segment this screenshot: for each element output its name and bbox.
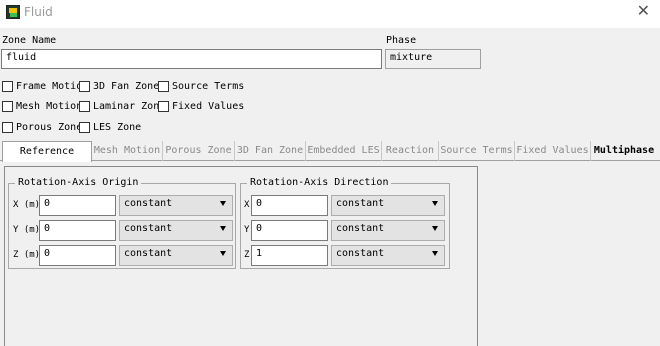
tab-fixed-values[interactable]: Fixed Values — [515, 141, 591, 161]
direction-z-label: Z — [244, 250, 250, 260]
checkbox-label: 3D Fan Zone — [93, 80, 160, 92]
origin-z-method-select[interactable]: constant — [119, 245, 233, 266]
direction-z-value: 1 — [256, 248, 263, 259]
phase-label: Phase — [386, 35, 417, 46]
checkbox-box[interactable] — [79, 80, 90, 92]
origin-z-value: 0 — [44, 248, 51, 259]
checkbox-label: Laminar Zone — [93, 100, 166, 112]
tab-porous-zone[interactable]: Porous Zone — [163, 141, 235, 161]
checkbox-box[interactable] — [2, 80, 13, 92]
origin-y-label: Y (m) — [13, 225, 41, 235]
tab-embedded-les[interactable]: Embedded LES — [306, 141, 382, 161]
checkbox-label: Porous Zone — [16, 121, 83, 133]
checkbox-3d-fan-zone[interactable]: 3D Fan Zone — [79, 79, 159, 93]
checkbox-label: Source Terms — [172, 80, 245, 92]
tab-bar: Reference Frame Mesh Motion Porous Zone … — [0, 141, 660, 177]
checkbox-box[interactable] — [2, 121, 13, 133]
rotation-axis-direction-title: Rotation-Axis Direction — [247, 177, 392, 188]
checkbox-fixed-values[interactable]: Fixed Values — [158, 99, 244, 113]
checkbox-source-terms[interactable]: Source Terms — [158, 79, 244, 93]
checkbox-box[interactable] — [79, 100, 90, 112]
origin-y-method: constant — [124, 223, 173, 234]
direction-z-method-select[interactable]: constant — [331, 245, 445, 266]
dropdown-arrow-icon — [220, 201, 226, 206]
title-bar: Fluid ✕ — [0, 0, 660, 28]
origin-x-method-select[interactable]: constant — [119, 195, 233, 216]
dropdown-arrow-icon — [432, 201, 438, 206]
direction-x-label: X — [244, 200, 250, 210]
dropdown-arrow-icon — [220, 251, 226, 256]
rotation-axis-direction-group: Rotation-Axis Direction X 0 constant Y 0… — [240, 177, 450, 269]
direction-x-method-select[interactable]: constant — [331, 195, 445, 216]
direction-y-method-select[interactable]: constant — [331, 220, 445, 241]
checkbox-box[interactable] — [158, 100, 169, 112]
direction-y-input[interactable]: 0 — [251, 220, 328, 241]
tab-multiphase[interactable]: Multiphase — [591, 141, 657, 161]
direction-y-value: 0 — [256, 223, 263, 234]
checkbox-label: Fixed Values — [172, 100, 245, 112]
fluent-app-icon — [6, 5, 20, 19]
checkbox-label: Frame Motion — [16, 80, 89, 92]
phase-field: mixture — [385, 49, 481, 69]
origin-x-method: constant — [124, 198, 173, 209]
checkbox-label: LES Zone — [93, 121, 142, 133]
zone-name-input[interactable]: fluid — [1, 49, 382, 69]
origin-x-label: X (m) — [13, 200, 41, 210]
zone-name-label: Zone Name — [2, 35, 57, 46]
tab-reaction[interactable]: Reaction — [382, 141, 439, 161]
tab-reference-frame[interactable]: Reference Frame — [2, 141, 92, 177]
direction-y-method: constant — [336, 223, 385, 234]
direction-z-method: constant — [336, 248, 385, 259]
checkbox-box[interactable] — [2, 100, 13, 112]
close-icon[interactable]: ✕ — [637, 3, 650, 19]
direction-x-input[interactable]: 0 — [251, 195, 328, 216]
origin-z-method: constant — [124, 248, 173, 259]
window-title: Fluid — [24, 5, 53, 19]
origin-y-input[interactable]: 0 — [39, 220, 116, 241]
dropdown-arrow-icon — [220, 226, 226, 231]
checkbox-mesh-motion[interactable]: Mesh Motion — [2, 99, 82, 113]
phase-value: mixture — [390, 52, 433, 63]
dropdown-arrow-icon — [432, 226, 438, 231]
tab-3d-fan-zone[interactable]: 3D Fan Zone — [235, 141, 306, 161]
checkbox-label: Mesh Motion — [16, 100, 83, 112]
checkbox-frame-motion[interactable]: Frame Motion — [2, 79, 88, 93]
origin-x-value: 0 — [44, 198, 51, 209]
origin-z-label: Z (m) — [13, 250, 41, 260]
checkbox-box[interactable] — [158, 80, 169, 92]
checkbox-les-zone[interactable]: LES Zone — [79, 120, 141, 134]
checkbox-laminar-zone[interactable]: Laminar Zone — [79, 99, 165, 113]
origin-y-method-select[interactable]: constant — [119, 220, 233, 241]
origin-x-input[interactable]: 0 — [39, 195, 116, 216]
tab-mesh-motion[interactable]: Mesh Motion — [92, 141, 163, 161]
origin-y-value: 0 — [44, 223, 51, 234]
direction-z-input[interactable]: 1 — [251, 245, 328, 266]
tab-source-terms[interactable]: Source Terms — [439, 141, 515, 161]
direction-y-label: Y — [244, 225, 250, 235]
reference-frame-panel: Rotation-Axis Origin X (m) 0 constant Y … — [4, 166, 478, 346]
checkbox-box[interactable] — [79, 121, 90, 133]
direction-x-method: constant — [336, 198, 385, 209]
direction-x-value: 0 — [256, 198, 263, 209]
dropdown-arrow-icon — [432, 251, 438, 256]
zone-name-value: fluid — [6, 52, 37, 63]
rotation-axis-origin-group: Rotation-Axis Origin X (m) 0 constant Y … — [8, 177, 236, 269]
origin-z-input[interactable]: 0 — [39, 245, 116, 266]
rotation-axis-origin-title: Rotation-Axis Origin — [15, 177, 142, 188]
checkbox-porous-zone[interactable]: Porous Zone — [2, 120, 82, 134]
